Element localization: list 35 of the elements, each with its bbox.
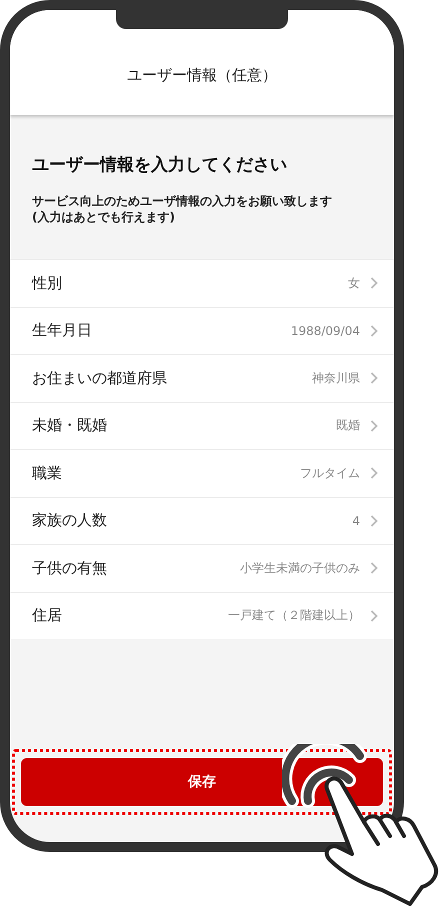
chevron-right-icon: [370, 467, 378, 480]
settings-row[interactable]: 職業 フルタイム: [10, 449, 394, 496]
row-label: 生年月日: [32, 321, 93, 340]
row-label: 家族の人数: [32, 511, 108, 530]
row-label: 住居: [32, 606, 63, 626]
chevron-right-icon: [370, 420, 378, 432]
intro-heading: ユーザー情報を入力してください: [32, 154, 288, 176]
row-label: 性別: [32, 274, 63, 293]
chevron-right-icon: [370, 277, 378, 290]
row-label: 未婚・既婚: [32, 416, 108, 436]
settings-row[interactable]: 未婚・既婚 既婚: [10, 402, 394, 449]
row-value: フルタイム: [300, 464, 360, 482]
settings-row[interactable]: 住居 一戸建て（２階建以上）: [10, 592, 394, 639]
row-label: 職業: [32, 464, 63, 483]
screen-title: ユーザー情報（任意）: [127, 66, 277, 85]
row-label: 子供の有無: [32, 558, 108, 578]
intro-description: サービス向上のためユーザ情報の入力をお願い致します (入力はあとでも行えます): [32, 193, 333, 225]
row-value: 小学生未満の子供のみ: [240, 560, 360, 577]
settings-row[interactable]: お住まいの都道府県 神奈川県: [10, 354, 394, 402]
settings-row[interactable]: 性別 女: [10, 259, 394, 306]
chevron-right-icon: [370, 562, 378, 574]
row-label: お住まいの都道府県: [32, 368, 168, 388]
chevron-right-icon: [370, 514, 378, 527]
chevron-right-icon: [370, 324, 378, 337]
row-value: 一戸建て（２階建以上）: [228, 607, 360, 624]
settings-row[interactable]: 生年月日 1988/09/04: [10, 306, 394, 354]
chevron-right-icon: [370, 610, 378, 622]
settings-row[interactable]: 子供の有無 小学生未満の子供のみ: [10, 544, 394, 592]
chevron-right-icon: [370, 372, 378, 384]
row-value: 1988/09/04: [290, 324, 360, 338]
row-value: 女: [348, 274, 360, 292]
row-value: 4: [352, 514, 360, 528]
row-value: 既婚: [336, 417, 360, 434]
settings-row[interactable]: 家族の人数 4: [10, 496, 394, 544]
row-value: 神奈川県: [312, 370, 360, 387]
